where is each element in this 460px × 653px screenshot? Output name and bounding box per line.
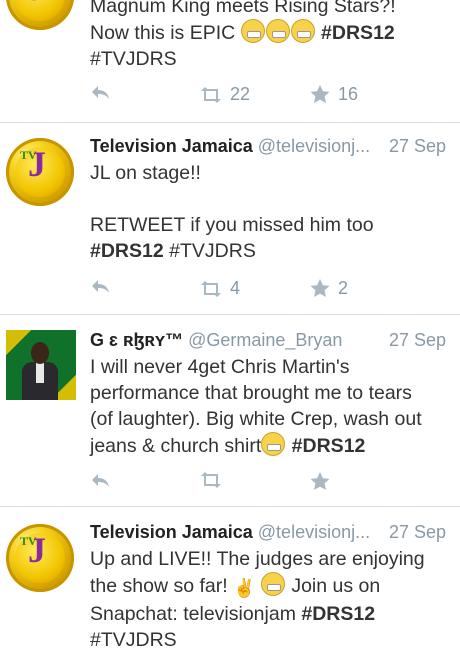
retweet-count: 22 [230, 84, 251, 104]
retweet-icon [201, 472, 221, 488]
avatar[interactable]: TVJ [6, 524, 74, 592]
star-icon [310, 279, 330, 297]
retweet-button[interactable]: 4 [200, 278, 240, 299]
tweet-date: 27 Sep [388, 522, 446, 542]
tweet-card[interactable]: TV J Television Jamaica @televisionj... 2… [0, 122, 460, 315]
reply-button[interactable] [90, 278, 110, 294]
favorite-button[interactable] [310, 472, 330, 491]
avatar[interactable] [6, 330, 76, 400]
tweet-header: Television Jamaica @televisionj... [90, 522, 370, 543]
grimace-emoji-icon [290, 19, 315, 43]
avatar[interactable]: TVJ [6, 0, 74, 30]
tweet-text: I will never 4get Chris Martin's perform… [90, 356, 422, 457]
tweet-actions [90, 472, 450, 496]
reply-icon [92, 86, 109, 99]
grimace-emoji-icon [265, 19, 290, 43]
retweet-icon [201, 86, 221, 103]
hashtag[interactable]: #DRS12 [90, 240, 164, 262]
retweet-button[interactable]: 22 [200, 84, 250, 105]
tweet-header: G ɛ ʀɮʀʏ™ @Germaine_Bryan [90, 330, 342, 351]
favorite-button[interactable]: 2 [310, 278, 348, 299]
reply-icon [92, 474, 109, 487]
hashtag[interactable]: #TVJDRS [90, 627, 456, 653]
grin-emoji-icon [260, 572, 285, 596]
user-handle[interactable]: @televisionj... [258, 522, 370, 542]
favorite-count: 16 [338, 84, 359, 104]
reply-button[interactable] [90, 84, 110, 100]
favorite-count: 2 [338, 278, 349, 298]
tvj-logo-icon: TVJ [6, 524, 74, 592]
tweet-card[interactable]: TV J Television Jamaica @televisionj... 2… [0, 506, 460, 652]
tweet-date: 27 Sep [388, 330, 446, 350]
display-name[interactable]: Television Jamaica [90, 522, 253, 542]
tvj-logo-icon: TVJ [6, 0, 74, 30]
tweet-text: Up and LIVE!! The judges are enjoying th… [90, 546, 456, 653]
hashtag[interactable]: #DRS12 [301, 603, 375, 625]
reply-button[interactable] [90, 472, 110, 488]
avatar[interactable]: TVJ [6, 138, 74, 206]
retweet-icon [201, 280, 221, 297]
tweet-actions: 22 16 [90, 84, 450, 108]
tweet-card[interactable]: G ɛ ʀɮʀʏ™ @Germaine_Bryan 27 Sep I will … [0, 314, 460, 507]
hashtag[interactable]: #TVJDRS [90, 46, 450, 72]
laughing-emoji-icon [261, 432, 286, 456]
star-icon [310, 472, 330, 490]
display-name[interactable]: G ɛ ʀɮʀʏ™ [90, 330, 183, 350]
tvj-logo-icon: TVJ [6, 138, 74, 206]
tweet-card[interactable]: TVJ Magnum King meets Rising Stars?! Now… [0, 0, 460, 123]
hashtag[interactable]: #DRS12 [321, 22, 395, 44]
hashtag[interactable]: #DRS12 [292, 435, 366, 457]
tweet-text: JL on stage!! RETWEET if you missed him … [90, 162, 374, 262]
victory-hand-emoji-icon: ✌ [233, 578, 256, 598]
reply-icon [92, 280, 109, 293]
star-icon [310, 85, 330, 103]
tweet-text: Magnum King meets Rising Stars?! Now thi… [90, 0, 450, 72]
display-name[interactable]: Television Jamaica [90, 136, 253, 156]
retweet-count: 4 [230, 278, 241, 298]
tweet-header: Television Jamaica @televisionj... [90, 136, 370, 157]
tweet-actions: 4 2 [90, 278, 450, 302]
retweet-button[interactable] [200, 472, 222, 488]
tweet-date: 27 Sep [388, 136, 446, 156]
hashtag[interactable]: #TVJDRS [169, 240, 256, 262]
grimace-emoji-icon [240, 19, 265, 43]
user-handle[interactable]: @televisionj... [258, 136, 370, 156]
user-handle[interactable]: @Germaine_Bryan [188, 330, 342, 350]
favorite-button[interactable]: 16 [310, 84, 358, 105]
user-photo [6, 330, 76, 400]
